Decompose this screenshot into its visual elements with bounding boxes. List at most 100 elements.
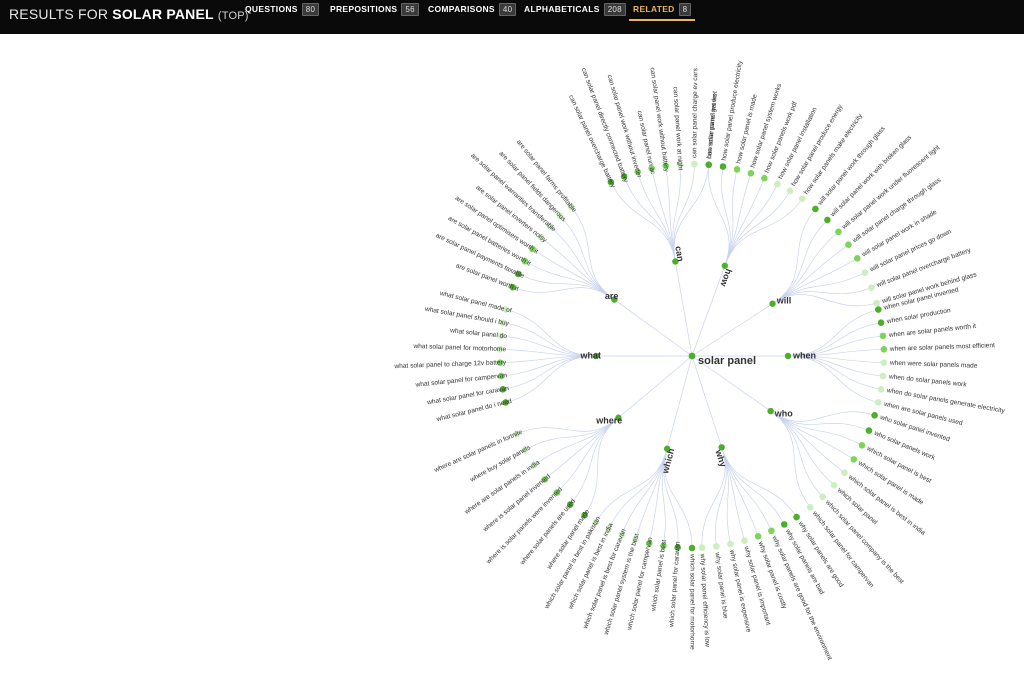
suggestion-node — [879, 332, 887, 340]
branch-link — [691, 265, 726, 357]
suggestion-node — [845, 241, 852, 248]
suggestion-label: when are solar panels most efficient — [889, 342, 995, 353]
branch-label: where — [595, 415, 622, 425]
suggestion-node — [793, 513, 800, 521]
leaf-link — [524, 260, 615, 300]
suggestion-node — [871, 412, 878, 419]
suggestion-node — [713, 543, 720, 550]
branch-label: will — [776, 295, 792, 305]
branch-link — [674, 261, 693, 357]
suggestion-label: why solar panel efficiency is low — [699, 553, 711, 648]
suggestion-node — [741, 537, 748, 544]
branch-label: what — [579, 350, 601, 360]
suggestion-label: can solar panel charge ev cars — [691, 67, 699, 158]
suggestion-label: what solar panel to charge 12v battery — [393, 359, 507, 370]
leaf-link — [721, 447, 785, 525]
leaf-link — [637, 171, 676, 262]
leaf-link — [772, 219, 828, 305]
leaf-link — [772, 208, 816, 305]
suggestion-node — [880, 345, 888, 353]
suggestion-node — [754, 532, 762, 540]
suggestion-node — [841, 469, 848, 476]
branch-label: when — [792, 350, 816, 360]
suggestion-label: where are solar panels in fortnite — [432, 429, 523, 475]
suggestion-label: what solar panel for campervan — [414, 372, 508, 389]
suggestion-node — [705, 161, 713, 169]
branch-link — [614, 299, 693, 357]
leaf-link — [724, 190, 791, 266]
leaf-link — [570, 206, 615, 300]
suggestion-node — [806, 503, 814, 511]
branch-link — [666, 355, 693, 449]
suggestion-node — [879, 372, 887, 380]
suggestion-label: which solar panel is best — [650, 539, 668, 612]
branch-link — [691, 355, 722, 448]
suggestion-node — [830, 481, 838, 489]
center-label: solar panel — [698, 355, 756, 367]
suggestion-label: will solar panel work in shade — [860, 209, 939, 259]
suggestion-node — [688, 544, 696, 552]
leaf-link — [502, 355, 597, 390]
branch-link — [618, 355, 693, 418]
suggestion-node — [835, 228, 842, 236]
suggestion-label: which solar panel is made — [856, 459, 925, 506]
suggestion-node — [780, 521, 788, 528]
leaf-link — [556, 417, 619, 493]
leaf-link — [708, 164, 730, 266]
suggestion-node — [768, 527, 775, 535]
suggestion-node — [798, 195, 806, 203]
suggestion-node — [854, 255, 861, 262]
suggestion-label: why solar panel is blue — [713, 551, 729, 619]
suggestion-node — [877, 386, 885, 393]
leaf-link — [721, 447, 797, 518]
suggestion-node — [691, 160, 698, 168]
branch-node — [767, 407, 774, 415]
branch-label: who — [774, 408, 793, 418]
branch-label: which — [660, 447, 677, 475]
suggestion-node — [861, 269, 869, 276]
suggestion-node — [698, 544, 706, 552]
suggestion-node — [850, 456, 858, 463]
suggestion-node — [824, 216, 831, 224]
leaf-link — [595, 448, 668, 523]
leaf-link — [721, 166, 731, 266]
suggestion-node — [733, 166, 741, 173]
suggestion-label: can solar panel work at night — [671, 86, 683, 170]
leaf-link — [724, 198, 803, 266]
suggestion-node — [812, 205, 819, 213]
suggestion-node — [747, 169, 755, 177]
leaf-link — [770, 410, 811, 508]
leaf-link — [610, 181, 676, 262]
suggestion-node — [858, 441, 866, 449]
suggestion-node — [819, 493, 826, 501]
center-node — [688, 352, 696, 360]
suggestion-label: when were solar panels made — [889, 360, 978, 370]
leaf-link — [770, 410, 835, 486]
leaf-link — [560, 215, 615, 300]
suggestion-node — [877, 319, 885, 326]
suggestion-label: what solar panel do — [449, 327, 508, 340]
suggestion-label: when are solar panels worth it — [888, 323, 977, 339]
suggestion-node — [727, 540, 734, 548]
suggestion-label: when do solar panels work — [888, 373, 968, 388]
suggestion-node — [874, 399, 882, 406]
question-wheel-diagram: can solar panel overcharge batterycan so… — [393, 60, 1006, 662]
suggestion-node — [774, 180, 781, 188]
suggestion-node — [786, 187, 794, 195]
branch-node — [769, 300, 776, 307]
leaf-link — [787, 355, 882, 390]
suggestion-node — [865, 427, 873, 434]
branch-label: are — [605, 291, 619, 301]
suggestion-label: how solar panel works — [706, 93, 719, 159]
branch-node — [784, 352, 792, 360]
leaf-link — [770, 410, 823, 497]
leaf-link — [544, 417, 619, 480]
suggestion-label: which solar panel for motorhome — [688, 553, 695, 650]
branch-label: why — [713, 448, 728, 469]
suggestion-label: can solar panel work without inverter — [606, 74, 643, 179]
suggestion-label: when solar production — [885, 307, 951, 325]
branch-link — [691, 303, 773, 357]
suggestion-node — [880, 359, 888, 367]
suggestion-label: will solar panel prices go down — [868, 228, 953, 274]
suggestion-node — [873, 299, 880, 307]
